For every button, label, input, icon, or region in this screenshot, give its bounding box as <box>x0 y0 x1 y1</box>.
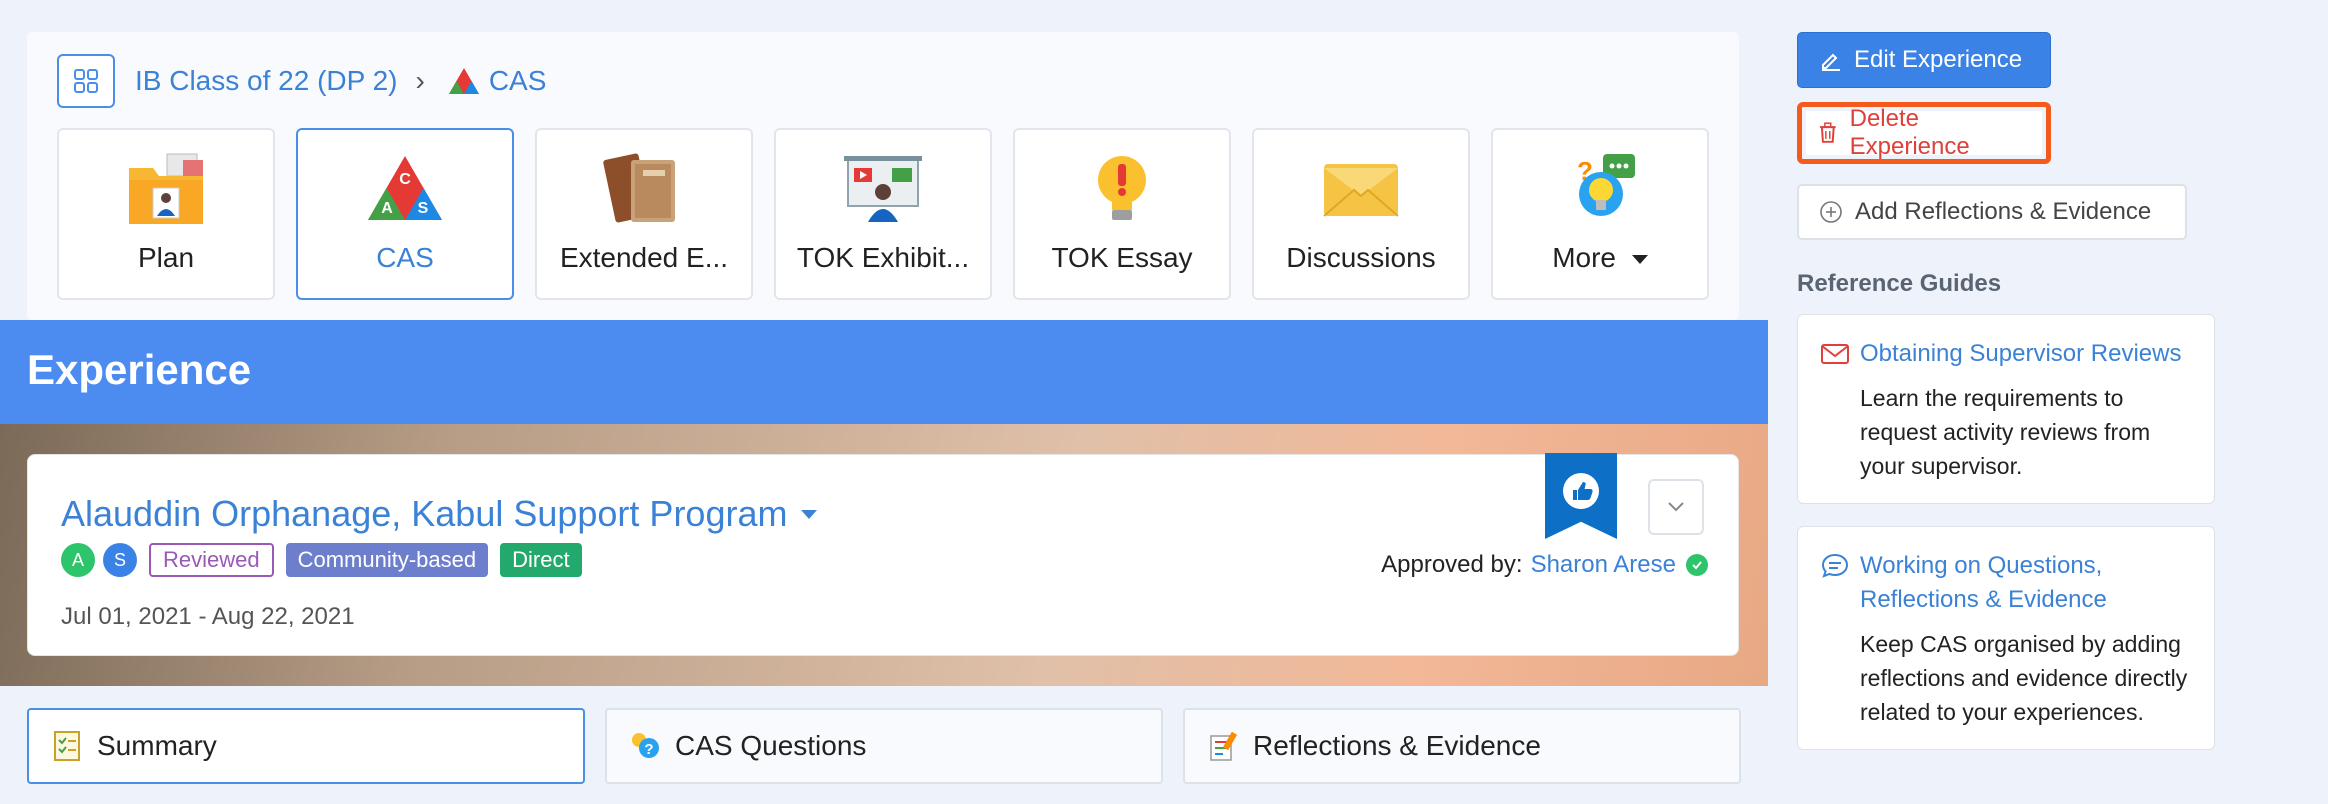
module-tiles: Plan C A S CAS Extended E... TOK Exhibit… <box>57 128 1709 300</box>
category-badge: Community-based <box>285 543 489 577</box>
module-card: IB Class of 22 (DP 2) › CAS Plan C A S C… <box>27 32 1739 320</box>
envelope-outline-icon <box>1821 344 1849 364</box>
experience-title-dropdown[interactable]: Alauddin Orphanage, Kabul Support Progra… <box>61 493 818 535</box>
tab-label: CAS Questions <box>675 730 867 761</box>
presentation-icon <box>840 150 926 228</box>
status-badge: Reviewed <box>149 543 274 577</box>
chevron-down-icon <box>801 509 818 519</box>
tile-label: TOK Exhibit... <box>796 242 970 273</box>
breadcrumb-current: CAS <box>488 65 547 96</box>
svg-text:?: ? <box>644 741 653 758</box>
avatar: A <box>61 543 95 577</box>
svg-text:A: A <box>381 200 393 217</box>
avatar: S <box>103 543 137 577</box>
tile-discussions[interactable]: Discussions <box>1252 128 1470 300</box>
guide-description: Keep CAS organised by adding reflections… <box>1860 631 2188 725</box>
apps-grid-button[interactable] <box>57 54 115 108</box>
tile-label: Extended E... <box>559 242 729 273</box>
tab-summary[interactable]: Summary <box>27 708 585 784</box>
delete-highlight: Delete Experience <box>1797 102 2051 164</box>
reference-guides-title: Reference Guides <box>1797 270 2002 297</box>
breadcrumb-cas-link[interactable]: CAS <box>447 65 547 97</box>
approved-by: Approved by: Sharon Arese <box>1381 551 1708 579</box>
tile-more[interactable]: ? More <box>1491 128 1709 300</box>
tab-label: Summary <box>97 730 217 761</box>
pencil-icon <box>1822 53 1840 71</box>
tile-label: TOK Essay <box>1051 242 1193 273</box>
edit-experience-button[interactable]: Edit Experience <box>1797 32 2051 88</box>
guide-title-link[interactable]: Obtaining Supervisor Reviews <box>1860 337 2192 371</box>
tab-label: Reflections & Evidence <box>1253 730 1541 761</box>
tile-label: Discussions <box>1286 242 1436 273</box>
guide-questions-reflections: Working on Questions, Reflections & Evid… <box>1797 526 2215 750</box>
delete-experience-label: Delete Experience <box>1849 105 1970 160</box>
question-people-icon: ? <box>629 730 661 762</box>
tile-label: More <box>1552 242 1648 274</box>
add-reflections-button[interactable]: Add Reflections & Evidence <box>1797 184 2187 240</box>
guide-title-link[interactable]: Working on Questions, Reflections & Evid… <box>1860 549 2192 617</box>
chat-bubble-icon <box>1821 553 1849 578</box>
breadcrumb-separator: › <box>415 65 425 96</box>
lightbulb-icon <box>1079 150 1165 228</box>
breadcrumb: IB Class of 22 (DP 2) › CAS <box>57 54 546 108</box>
chevron-down-icon <box>1668 502 1684 512</box>
tab-reflections-evidence[interactable]: Reflections & Evidence <box>1183 708 1741 784</box>
thumbs-up-icon <box>1563 473 1599 509</box>
add-reflections-label: Add Reflections & Evidence <box>1855 198 2152 225</box>
tab-cas-questions[interactable]: ? CAS Questions <box>605 708 1163 784</box>
cas-triangle-icon <box>448 68 479 94</box>
supervisor-link[interactable]: Sharon Arese <box>1531 551 1676 579</box>
cas-triangle-icon: C A S <box>362 150 448 228</box>
expand-details-button[interactable] <box>1648 479 1704 535</box>
experience-title: Alauddin Orphanage, Kabul Support Progra… <box>61 493 788 534</box>
guide-supervisor-reviews: Obtaining Supervisor Reviews Learn the r… <box>1797 314 2215 504</box>
tile-tok-essay[interactable]: TOK Essay <box>1013 128 1231 300</box>
experience-tags: A S Reviewed Community-based Direct <box>61 543 582 577</box>
experience-hero: Alauddin Orphanage, Kabul Support Progra… <box>0 424 1768 686</box>
tile-cas[interactable]: C A S CAS <box>296 128 514 300</box>
trash-icon <box>1819 122 1836 143</box>
svg-text:C: C <box>399 171 411 188</box>
experience-banner: Experience <box>0 320 1768 424</box>
grid-icon <box>74 69 98 93</box>
notes-icon <box>1207 730 1239 762</box>
books-icon <box>601 150 687 228</box>
breadcrumb-class-link[interactable]: IB Class of 22 (DP 2) <box>135 65 397 97</box>
edit-experience-label: Edit Experience <box>1854 46 2023 73</box>
tile-label: Plan <box>137 242 195 273</box>
tile-plan[interactable]: Plan <box>57 128 275 300</box>
delete-experience-button[interactable]: Delete Experience <box>1806 105 2042 160</box>
chevron-down-icon <box>1631 255 1648 265</box>
experience-dates: Jul 01, 2021 - Aug 22, 2021 <box>61 603 355 630</box>
check-circle-icon <box>1686 554 1708 576</box>
tile-label: CAS <box>376 242 434 273</box>
idea-chat-icon: ? <box>1557 150 1643 228</box>
plus-circle-icon <box>1820 201 1842 223</box>
guide-description: Learn the requirements to request activi… <box>1860 385 2151 479</box>
folder-person-icon <box>123 150 209 228</box>
envelope-icon <box>1318 150 1404 228</box>
tile-extended-essay[interactable]: Extended E... <box>535 128 753 300</box>
experience-card: Alauddin Orphanage, Kabul Support Progra… <box>27 453 1739 656</box>
checklist-icon <box>51 730 83 762</box>
approved-label: Approved by: <box>1381 551 1523 578</box>
experience-tabs: Summary ? CAS Questions Reflections & Ev… <box>27 708 1741 784</box>
type-badge: Direct <box>500 543 582 577</box>
approved-ribbon <box>1545 453 1617 539</box>
tile-tok-exhibition[interactable]: TOK Exhibit... <box>774 128 992 300</box>
page-title: Experience <box>27 346 252 393</box>
svg-text:S: S <box>418 200 429 217</box>
